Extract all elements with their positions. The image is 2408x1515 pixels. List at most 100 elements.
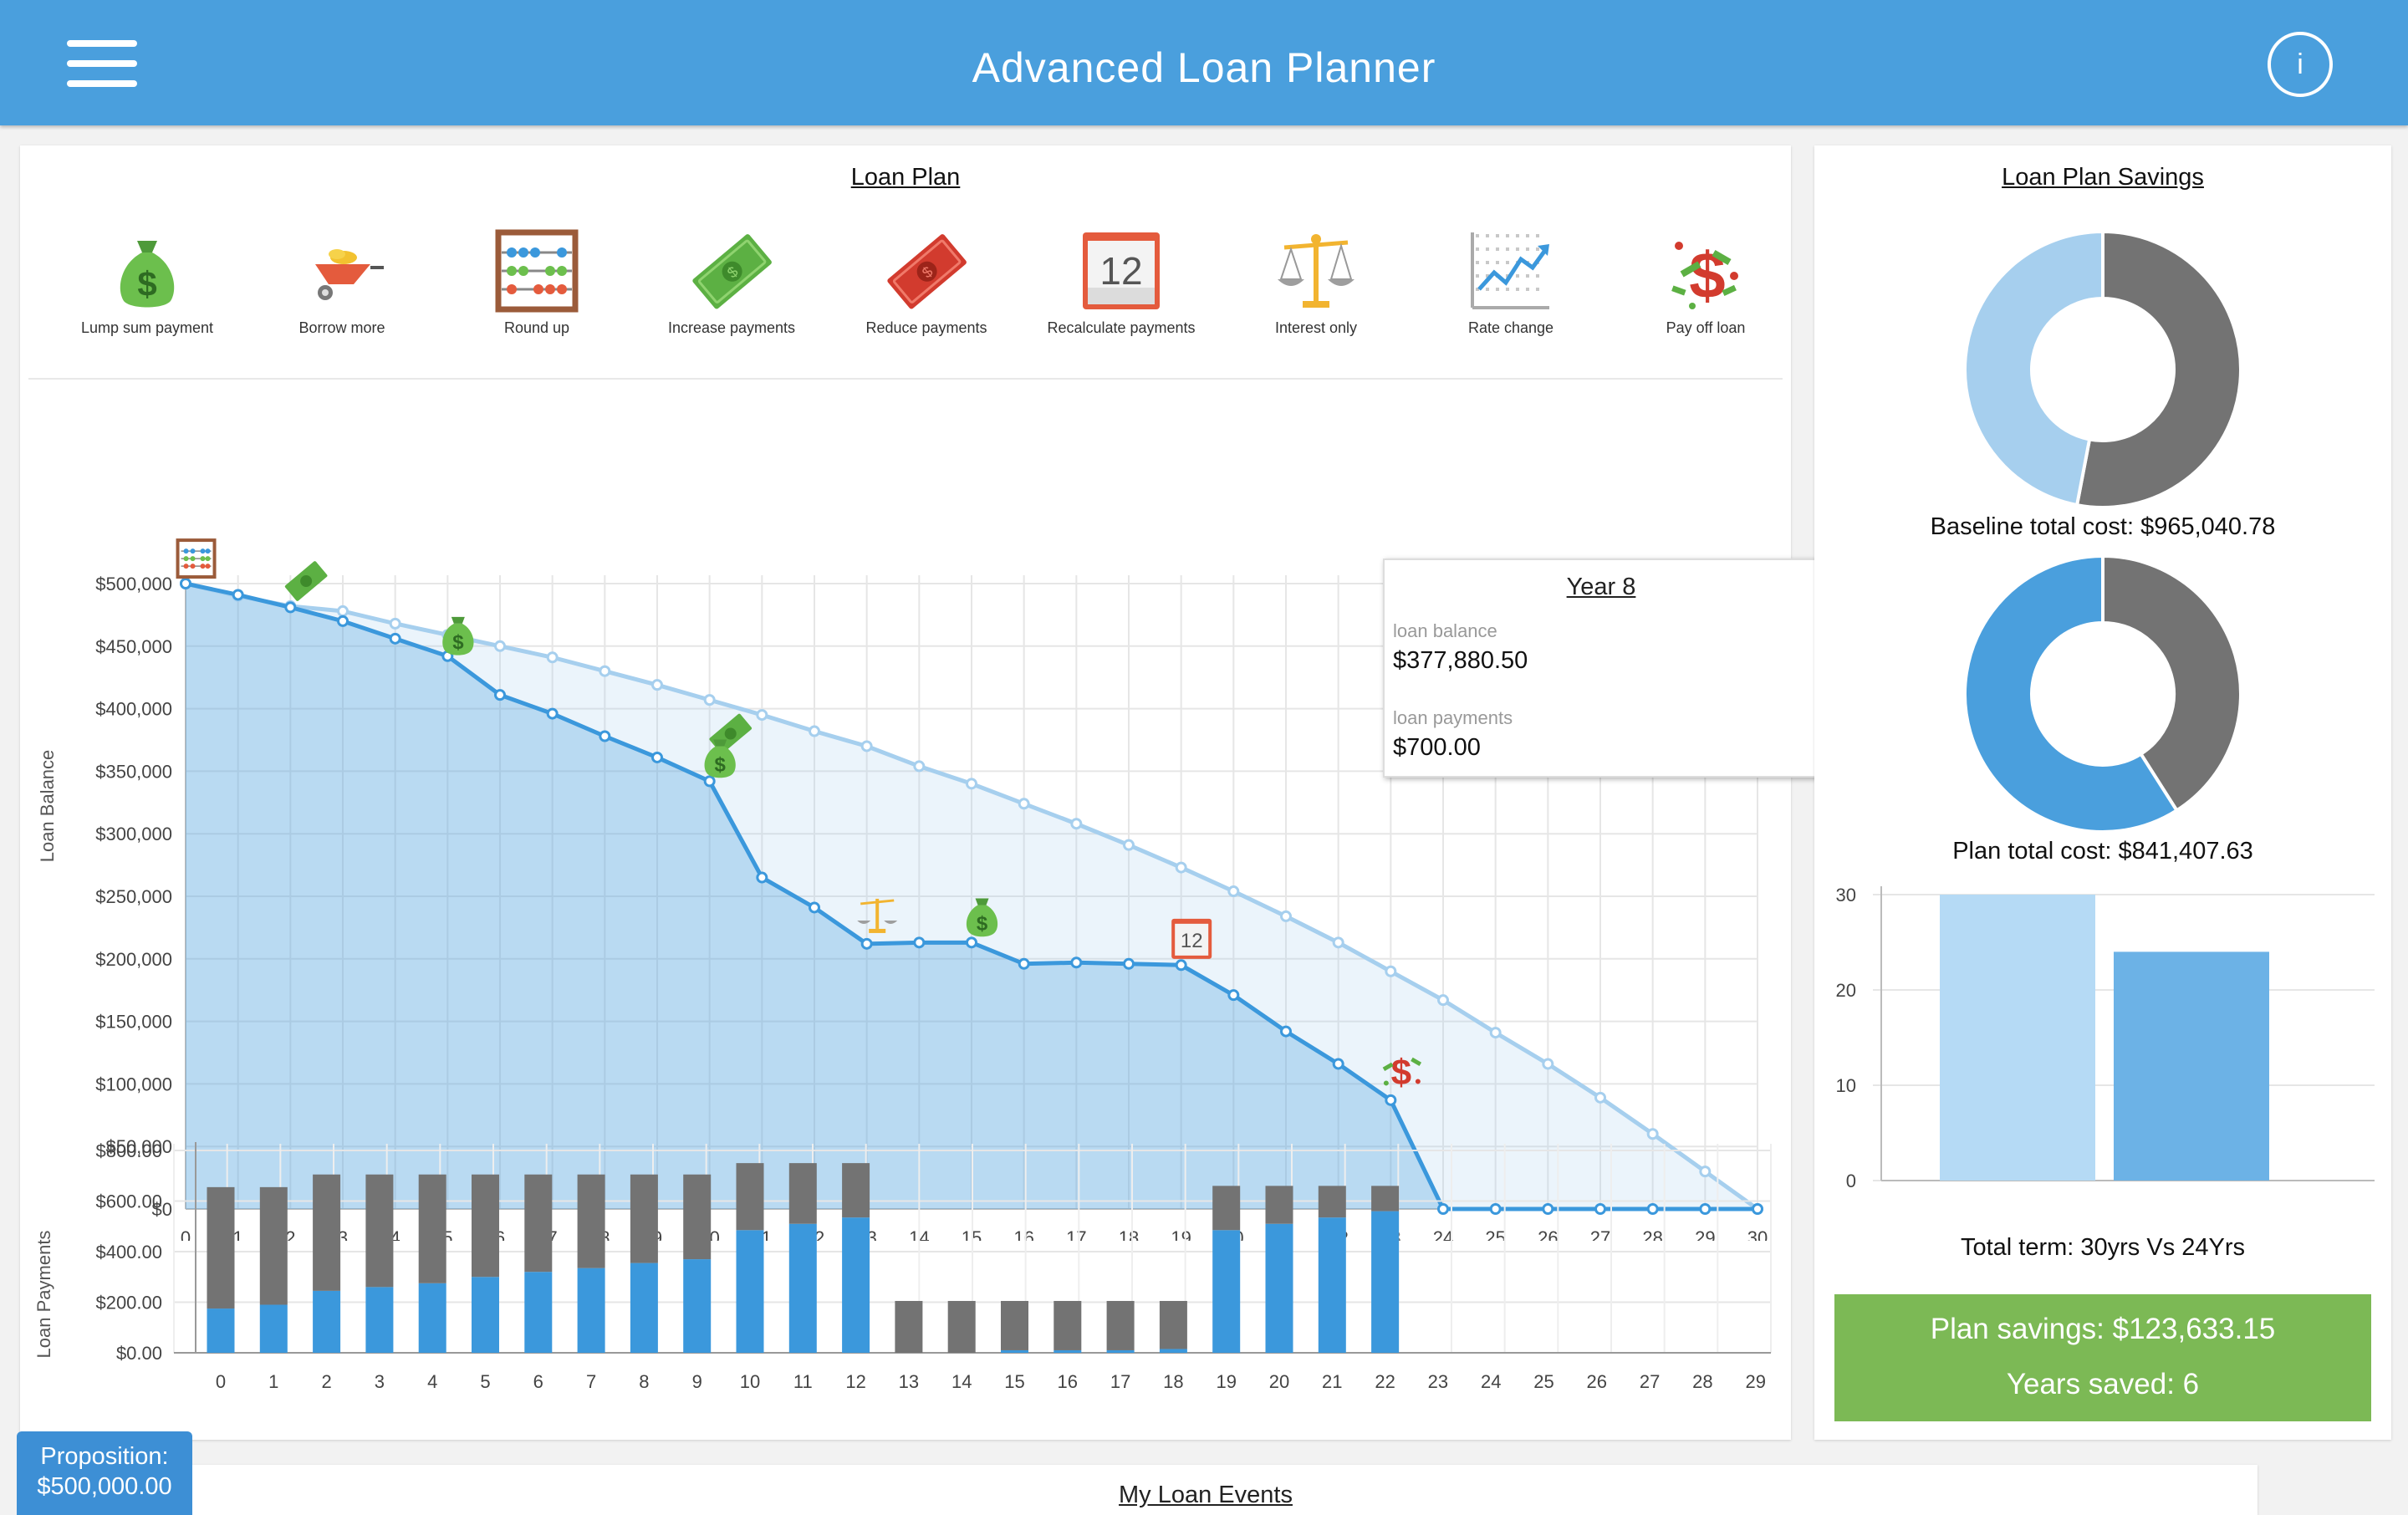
principal-bar: [365, 1287, 394, 1353]
data-point: [1594, 1091, 1606, 1104]
proposition-value: $500,000.00: [37, 1473, 172, 1500]
y-tick-label: 10: [1836, 1075, 1856, 1096]
marker-part: [190, 564, 196, 569]
abacus-icon: [495, 229, 579, 313]
x-tick-label: 4: [427, 1371, 437, 1392]
data-point: [232, 589, 244, 601]
interest-bar: [1371, 1186, 1400, 1211]
x-tick-label: 12: [845, 1371, 865, 1392]
plan-cost-donut[interactable]: [1961, 552, 2245, 836]
data-point: [756, 709, 768, 722]
red-banknote-icon: $: [887, 234, 967, 309]
tooltip-balance-value: $377,880.50: [1393, 647, 1528, 674]
plan-savings-amount: Plan savings: $123,633.15: [1930, 1313, 2276, 1345]
tool-borrow-more[interactable]: Borrow more: [258, 229, 426, 337]
x-tick-label: 6: [533, 1371, 543, 1392]
interest-bar: [1265, 1186, 1293, 1224]
data-point: [284, 601, 297, 614]
x-tick-label: 3: [375, 1371, 385, 1392]
data-point: [1385, 1094, 1397, 1106]
x-tick-label: 17: [1110, 1371, 1130, 1392]
tool-interest-only[interactable]: Interest only: [1232, 229, 1400, 337]
y-tick-label: $600.00: [95, 1191, 162, 1212]
x-tick-label: 27: [1640, 1371, 1660, 1392]
interest-bar: [472, 1174, 499, 1278]
marker-part: [451, 616, 465, 624]
interest-bar: [630, 1174, 658, 1263]
y-tick-label: $350,000: [95, 761, 172, 782]
x-tick-label: 23: [1428, 1371, 1448, 1392]
marker-part: [205, 548, 211, 554]
tooltip-payments-label: loan payments: [1393, 707, 1513, 728]
data-point: [1123, 957, 1135, 970]
marker-part: [200, 564, 206, 569]
data-point: [337, 615, 349, 627]
info-icon[interactable]: i: [2268, 32, 2333, 97]
marker-part: [190, 556, 196, 562]
data-point: [703, 694, 716, 706]
data-point: [809, 901, 820, 914]
tooltip-title: Year 8: [1566, 574, 1636, 600]
marker-part: [200, 548, 206, 554]
tool-increase-payments[interactable]: $ Increase payments: [648, 229, 815, 337]
loan-payments-chart[interactable]: Loan Payments $0.00 $200.00 $400.00 $600.00…: [20, 1132, 1791, 1433]
marker-part: 12: [1181, 930, 1203, 952]
data-point: [860, 740, 873, 752]
data-point: [1280, 1025, 1292, 1038]
principal-bar: [630, 1262, 658, 1353]
x-tick-label: 22: [1375, 1371, 1395, 1392]
term-comparison-chart[interactable]: 0 10 20 30: [1814, 873, 2391, 1199]
data-point: [1542, 1058, 1554, 1070]
interest-bar: [418, 1174, 446, 1283]
tool-recalculate-payments[interactable]: 12 Recalculate payments: [1038, 229, 1205, 337]
data-point: [494, 640, 506, 652]
interest-bar: [524, 1174, 553, 1273]
y-tick-label: $200.00: [95, 1293, 162, 1314]
baseline-cost-donut[interactable]: [1961, 227, 2245, 512]
data-point: [1018, 798, 1030, 810]
data-point: [1070, 818, 1083, 830]
interest-bar: [1001, 1300, 1028, 1350]
y-tick-label: 20: [1836, 980, 1856, 1001]
y-tick-label: 30: [1836, 885, 1856, 905]
app-header: Advanced Loan Planner i: [0, 0, 2408, 125]
x-tick-label: 14: [951, 1371, 972, 1392]
marker-part: [200, 556, 206, 562]
tool-lump-sum-payment[interactable]: $ Lump sum payment: [64, 229, 231, 337]
calendar-number: 12: [1099, 249, 1142, 293]
y-tick-label: $250,000: [95, 886, 172, 907]
proposition-badge[interactable]: Proposition: $500,000.00: [17, 1431, 192, 1515]
loan-balance-chart[interactable]: Loan Balance $0$50,000$100,000$150,000$2…: [20, 388, 1791, 1241]
plan-savings-summary[interactable]: Plan savings: $123,633.15 Years saved: 6: [1834, 1294, 2371, 1421]
marker-part: [205, 564, 211, 569]
tool-rate-change[interactable]: Rate change: [1427, 229, 1594, 337]
interest-bar: [313, 1174, 341, 1291]
tool-label: Increase payments: [667, 319, 796, 336]
principal-bar: [736, 1230, 764, 1353]
data-point: [703, 775, 716, 788]
donut-slice: [1963, 229, 2104, 508]
loan-plan-title: Loan Plan: [850, 164, 961, 191]
tool-round-up[interactable]: Round up: [453, 229, 620, 337]
data-point: [599, 730, 611, 742]
x-tick-label: 15: [1004, 1371, 1024, 1392]
principal-bar: [1106, 1349, 1135, 1353]
interest-bar: [259, 1186, 288, 1305]
data-point: [966, 936, 977, 949]
y-tick-label: $200,000: [95, 949, 172, 970]
data-point: [494, 689, 506, 701]
x-tick-label: 1: [268, 1371, 278, 1392]
principal-bar: [524, 1272, 553, 1353]
y-tick-label: $400,000: [95, 699, 172, 720]
tool-label: Pay off loan: [1666, 319, 1746, 336]
interest-bar: [1106, 1300, 1135, 1350]
marker-part: [190, 548, 196, 554]
y-tick-label: $150,000: [95, 1012, 172, 1033]
principal-bar: [1318, 1217, 1346, 1353]
principal-bar: [1054, 1349, 1082, 1353]
tool-pay-off-loan[interactable]: $ Pay off loan: [1622, 229, 1789, 337]
x-tick-label: 7: [586, 1371, 596, 1392]
tool-reduce-payments[interactable]: $ Reduce payments: [843, 229, 1010, 337]
x-tick-label: 25: [1533, 1371, 1553, 1392]
data-point: [546, 707, 559, 720]
